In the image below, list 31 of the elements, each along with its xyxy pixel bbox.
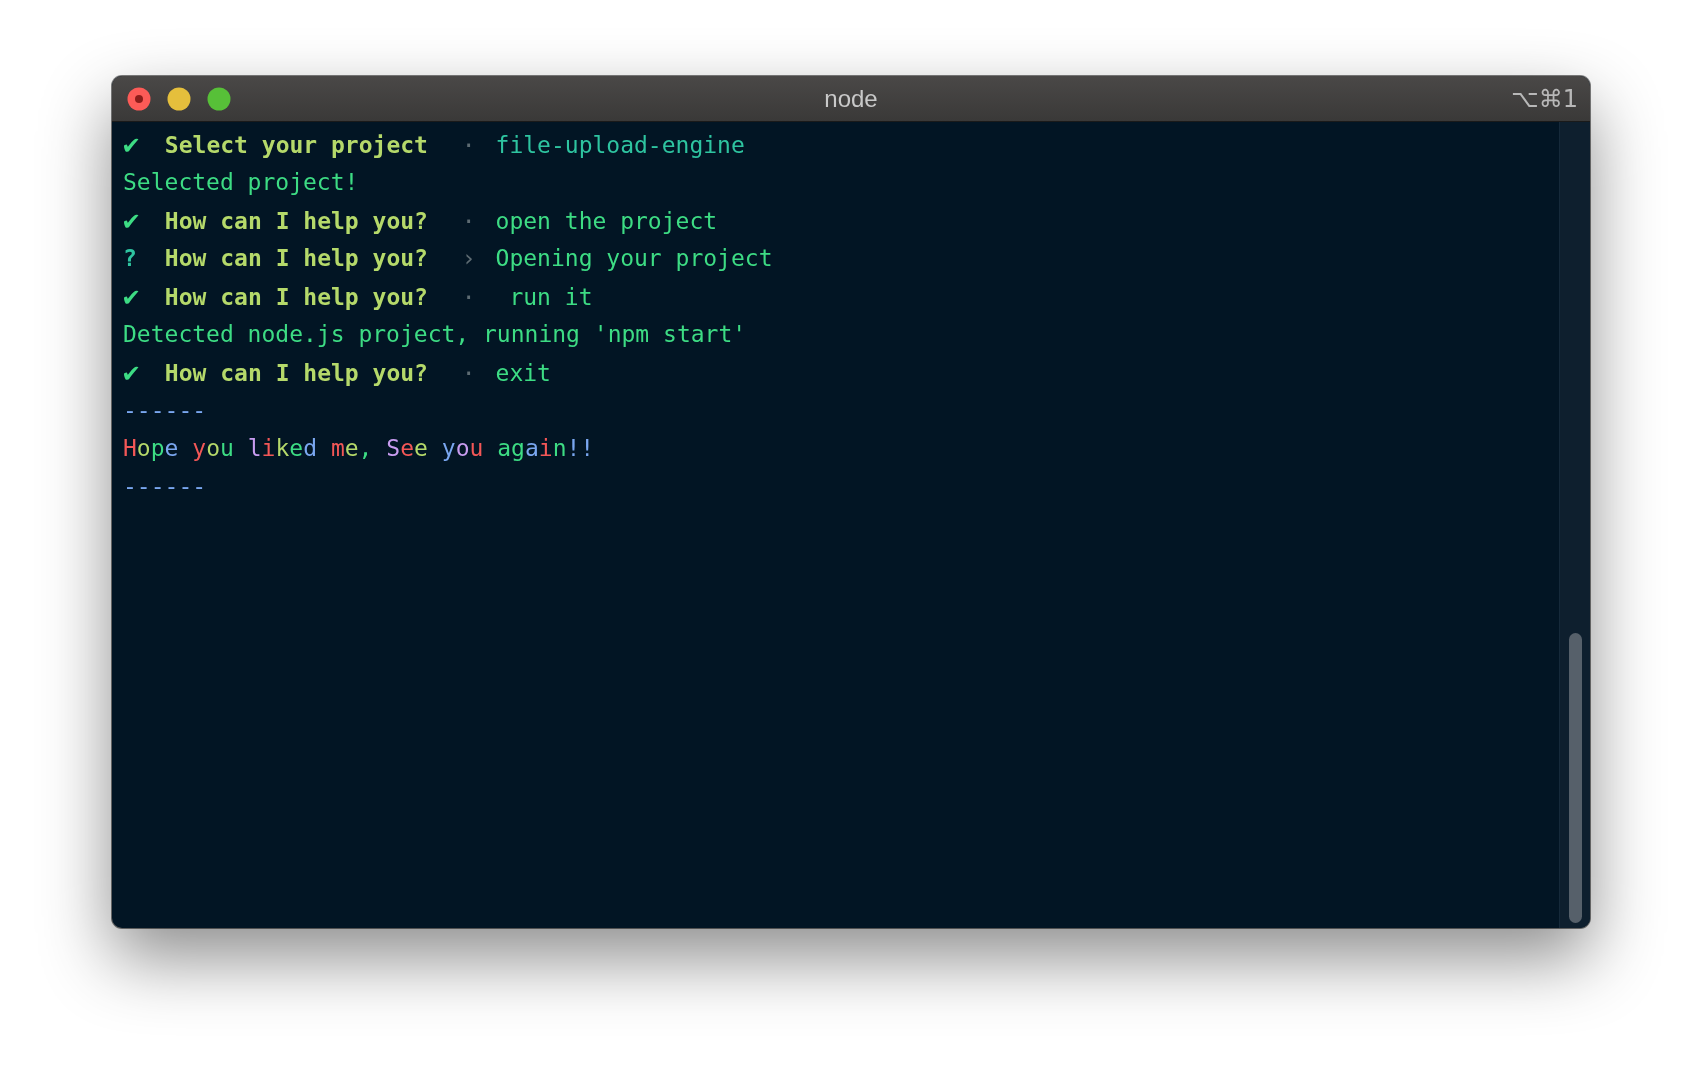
- dash-rule: ------: [123, 397, 207, 423]
- separator-mark: ·: [461, 132, 476, 158]
- status-symbol: ✔: [123, 279, 141, 313]
- prompt-question: How can I help you?: [164, 208, 428, 234]
- separator-mark: ·: [461, 284, 476, 310]
- prompt-answer: Opening your project: [495, 245, 773, 271]
- separator-mark: ·: [461, 208, 476, 234]
- status-symbol: ✔: [123, 203, 141, 237]
- window-title: node: [824, 84, 878, 113]
- minimize-button[interactable]: [167, 86, 191, 111]
- status-symbol: ✔: [123, 127, 141, 161]
- status-symbol: ?: [123, 244, 138, 273]
- scrollbar-thumb[interactable]: [1568, 633, 1582, 923]
- dash-rule: ------: [123, 473, 207, 499]
- status-symbol: ✔: [123, 355, 141, 389]
- prompt-answer: open the project: [495, 208, 718, 234]
- separator-mark: ›: [461, 245, 476, 271]
- prompt-question: How can I help you?: [164, 360, 428, 386]
- maximize-button[interactable]: [207, 86, 231, 111]
- output-message: Selected project!: [123, 169, 359, 195]
- prompt-answer: file-upload-engine: [495, 132, 745, 158]
- separator-mark: ·: [461, 360, 476, 386]
- prompt-question: How can I help you?: [164, 284, 428, 310]
- farewell-message: Hope you liked me, See you again!!: [123, 435, 595, 461]
- prompt-question: How can I help you?: [164, 245, 428, 271]
- shortcut-label: ⌥⌘1: [1511, 84, 1579, 113]
- close-button[interactable]: [127, 86, 151, 111]
- prompt-answer: run it: [508, 284, 593, 310]
- prompt-answer: exit: [495, 360, 551, 386]
- output-message: Detected node.js project, running 'npm start': [123, 321, 747, 347]
- prompt-question: Select your project: [164, 132, 428, 158]
